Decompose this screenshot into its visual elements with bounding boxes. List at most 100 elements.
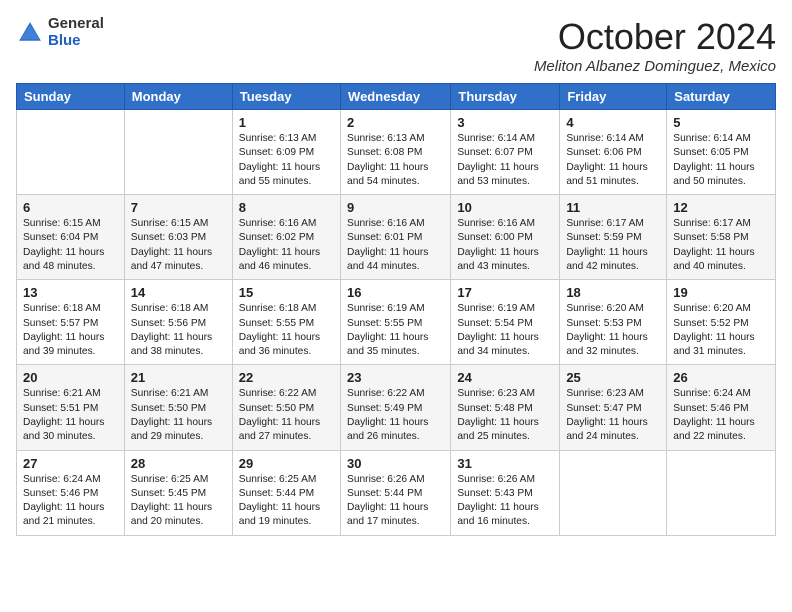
cell-info: Sunrise: 6:18 AMSunset: 5:55 PMDaylight:… (239, 303, 320, 357)
cell-info: Sunrise: 6:18 AMSunset: 5:57 PMDaylight:… (23, 303, 104, 357)
logo: General Blue (16, 16, 104, 49)
day-of-week-tuesday: Tuesday (232, 84, 340, 110)
calendar-cell: 6 Sunrise: 6:15 AMSunset: 6:04 PMDaylight… (17, 195, 125, 280)
day-number: 24 (457, 370, 553, 385)
calendar-week-4: 20 Sunrise: 6:21 AMSunset: 5:51 PMDayligh… (17, 365, 776, 450)
calendar-cell: 11Sunrise: 6:17 AMSunset: 5:59 PMDayligh… (560, 195, 667, 280)
cell-info: Sunrise: 6:25 AMSunset: 5:45 PMDaylight:… (131, 474, 212, 528)
calendar-cell: 8Sunrise: 6:16 AMSunset: 6:02 PMDaylight… (232, 195, 340, 280)
day-of-week-monday: Monday (124, 84, 232, 110)
cell-info: Sunrise: 6:13 AMSunset: 6:08 PMDaylight:… (347, 133, 428, 187)
day-number: 23 (347, 370, 444, 385)
calendar-cell: 31Sunrise: 6:26 AMSunset: 5:43 PMDayligh… (451, 450, 560, 535)
calendar-cell: 23 Sunrise: 6:22 AMSunset: 5:49 PMDayligh… (341, 365, 451, 450)
day-number: 26 (673, 370, 769, 385)
calendar-cell: 15Sunrise: 6:18 AMSunset: 5:55 PMDayligh… (232, 280, 340, 365)
day-number: 5 (673, 115, 769, 130)
cell-info: Sunrise: 6:19 AMSunset: 5:55 PMDaylight:… (347, 303, 428, 357)
calendar-cell (667, 450, 776, 535)
day-number: 20 (23, 370, 118, 385)
day-of-week-wednesday: Wednesday (341, 84, 451, 110)
calendar-cell: 5Sunrise: 6:14 AMSunset: 6:05 PMDaylight… (667, 110, 776, 195)
cell-info: Sunrise: 6:16 AMSunset: 6:02 PMDaylight:… (239, 218, 320, 272)
month-title: October 2024 (534, 16, 776, 58)
day-number: 19 (673, 285, 769, 300)
day-number: 7 (131, 200, 226, 215)
calendar-cell: 12Sunrise: 6:17 AMSunset: 5:58 PMDayligh… (667, 195, 776, 280)
cell-info: Sunrise: 6:18 AMSunset: 5:56 PMDaylight:… (131, 303, 212, 357)
day-number: 25 (566, 370, 660, 385)
day-number: 2 (347, 115, 444, 130)
cell-info: Sunrise: 6:22 AMSunset: 5:49 PMDaylight:… (347, 388, 428, 442)
cell-info: Sunrise: 6:16 AMSunset: 6:01 PMDaylight:… (347, 218, 428, 272)
cell-info: Sunrise: 6:25 AMSunset: 5:44 PMDaylight:… (239, 474, 320, 528)
day-number: 27 (23, 456, 118, 471)
cell-info: Sunrise: 6:20 AMSunset: 5:52 PMDaylight:… (673, 303, 754, 357)
cell-info: Sunrise: 6:15 AMSunset: 6:04 PMDaylight:… (23, 218, 104, 272)
day-number: 6 (23, 200, 118, 215)
calendar-cell: 13Sunrise: 6:18 AMSunset: 5:57 PMDayligh… (17, 280, 125, 365)
calendar-cell: 19 Sunrise: 6:20 AMSunset: 5:52 PMDayligh… (667, 280, 776, 365)
calendar-cell: 9 Sunrise: 6:16 AMSunset: 6:01 PMDaylight… (341, 195, 451, 280)
day-number: 14 (131, 285, 226, 300)
calendar-week-5: 27Sunrise: 6:24 AMSunset: 5:46 PMDayligh… (17, 450, 776, 535)
calendar-cell: 27Sunrise: 6:24 AMSunset: 5:46 PMDayligh… (17, 450, 125, 535)
calendar-cell: 24Sunrise: 6:23 AMSunset: 5:48 PMDayligh… (451, 365, 560, 450)
calendar-cell: 26Sunrise: 6:24 AMSunset: 5:46 PMDayligh… (667, 365, 776, 450)
day-number: 9 (347, 200, 444, 215)
calendar-cell: 28 Sunrise: 6:25 AMSunset: 5:45 PMDayligh… (124, 450, 232, 535)
cell-info: Sunrise: 6:19 AMSunset: 5:54 PMDaylight:… (457, 303, 538, 357)
cell-info: Sunrise: 6:26 AMSunset: 5:44 PMDaylight:… (347, 474, 428, 528)
calendar-cell: 14 Sunrise: 6:18 AMSunset: 5:56 PMDayligh… (124, 280, 232, 365)
day-number: 28 (131, 456, 226, 471)
cell-info: Sunrise: 6:21 AMSunset: 5:50 PMDaylight:… (131, 388, 212, 442)
cell-info: Sunrise: 6:14 AMSunset: 6:06 PMDaylight:… (566, 133, 647, 187)
calendar-cell: 18 Sunrise: 6:20 AMSunset: 5:53 PMDayligh… (560, 280, 667, 365)
calendar-cell: 7 Sunrise: 6:15 AMSunset: 6:03 PMDaylight… (124, 195, 232, 280)
day-number: 17 (457, 285, 553, 300)
calendar-cell: 29 Sunrise: 6:25 AMSunset: 5:44 PMDayligh… (232, 450, 340, 535)
logo-general: General (48, 16, 104, 33)
day-number: 1 (239, 115, 334, 130)
day-number: 10 (457, 200, 553, 215)
calendar-cell: 1 Sunrise: 6:13 AMSunset: 6:09 PMDaylight… (232, 110, 340, 195)
cell-info: Sunrise: 6:17 AMSunset: 5:58 PMDaylight:… (673, 218, 754, 272)
cell-info: Sunrise: 6:14 AMSunset: 6:07 PMDaylight:… (457, 133, 538, 187)
day-of-week-thursday: Thursday (451, 84, 560, 110)
cell-info: Sunrise: 6:20 AMSunset: 5:53 PMDaylight:… (566, 303, 647, 357)
day-of-week-saturday: Saturday (667, 84, 776, 110)
cell-info: Sunrise: 6:21 AMSunset: 5:51 PMDaylight:… (23, 388, 104, 442)
calendar-cell: 2 Sunrise: 6:13 AMSunset: 6:08 PMDaylight… (341, 110, 451, 195)
calendar-cell: 20 Sunrise: 6:21 AMSunset: 5:51 PMDayligh… (17, 365, 125, 450)
calendar-cell: 4Sunrise: 6:14 AMSunset: 6:06 PMDaylight… (560, 110, 667, 195)
cell-info: Sunrise: 6:26 AMSunset: 5:43 PMDaylight:… (457, 474, 538, 528)
day-number: 16 (347, 285, 444, 300)
day-number: 21 (131, 370, 226, 385)
calendar-cell: 17 Sunrise: 6:19 AMSunset: 5:54 PMDayligh… (451, 280, 560, 365)
calendar-week-2: 6 Sunrise: 6:15 AMSunset: 6:04 PMDaylight… (17, 195, 776, 280)
calendar-cell: 30Sunrise: 6:26 AMSunset: 5:44 PMDayligh… (341, 450, 451, 535)
calendar-cell: 16 Sunrise: 6:19 AMSunset: 5:55 PMDayligh… (341, 280, 451, 365)
day-number: 22 (239, 370, 334, 385)
title-block: October 2024 Meliton Albanez Dominguez, … (534, 16, 776, 75)
calendar-cell (124, 110, 232, 195)
cell-info: Sunrise: 6:23 AMSunset: 5:47 PMDaylight:… (566, 388, 647, 442)
location-title: Meliton Albanez Dominguez, Mexico (534, 58, 776, 75)
calendar-cell: 21 Sunrise: 6:21 AMSunset: 5:50 PMDayligh… (124, 365, 232, 450)
days-of-week-header: SundayMondayTuesdayWednesdayThursdayFrid… (17, 84, 776, 110)
day-number: 29 (239, 456, 334, 471)
day-of-week-friday: Friday (560, 84, 667, 110)
cell-info: Sunrise: 6:13 AMSunset: 6:09 PMDaylight:… (239, 133, 320, 187)
logo-text: General Blue (48, 16, 104, 49)
calendar-week-3: 13Sunrise: 6:18 AMSunset: 5:57 PMDayligh… (17, 280, 776, 365)
cell-info: Sunrise: 6:15 AMSunset: 6:03 PMDaylight:… (131, 218, 212, 272)
calendar-cell: 10Sunrise: 6:16 AMSunset: 6:00 PMDayligh… (451, 195, 560, 280)
page-header: General Blue October 2024 Meliton Albane… (16, 16, 776, 75)
logo-blue: Blue (48, 33, 104, 50)
day-number: 18 (566, 285, 660, 300)
calendar-cell: 3Sunrise: 6:14 AMSunset: 6:07 PMDaylight… (451, 110, 560, 195)
calendar-table: SundayMondayTuesdayWednesdayThursdayFrid… (16, 83, 776, 536)
calendar-body: 1 Sunrise: 6:13 AMSunset: 6:09 PMDaylight… (17, 110, 776, 536)
calendar-week-1: 1 Sunrise: 6:13 AMSunset: 6:09 PMDaylight… (17, 110, 776, 195)
cell-info: Sunrise: 6:22 AMSunset: 5:50 PMDaylight:… (239, 388, 320, 442)
